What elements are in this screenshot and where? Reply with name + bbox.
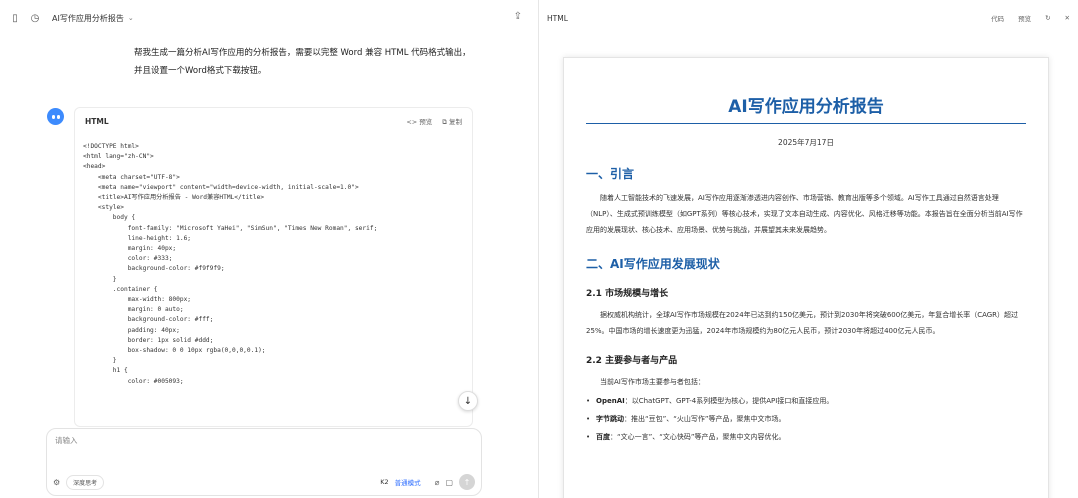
chat-pane: ▯ ◷ AI写作应用分析报告 ⌄ ⇪ 帮我生成一篇分析AI写作应用的分析报告，需… bbox=[0, 0, 539, 498]
code-line: <head> bbox=[83, 163, 106, 171]
code-line: <html lang="zh-CN"> bbox=[83, 153, 154, 161]
list-item: OpenAI：以ChatGPT、GPT-4系列模型为核心，提供API接口和直接应… bbox=[586, 394, 1026, 408]
code-line: font-family: "Microsoft YaHei", "SimSun"… bbox=[83, 224, 378, 232]
app-window: ▯ ◷ AI写作应用分析报告 ⌄ ⇪ 帮我生成一篇分析AI写作应用的分析报告，需… bbox=[0, 0, 1078, 498]
code-line: h1 { bbox=[83, 367, 128, 375]
history-icon[interactable]: ◷ bbox=[28, 11, 42, 25]
code-language-label: HTML bbox=[85, 116, 109, 126]
list-item-text: ：以ChatGPT、GPT-4系列模型为核心，提供API接口和直接应用。 bbox=[624, 397, 834, 405]
code-line: <!DOCTYPE html> bbox=[83, 143, 139, 150]
arrow-up-icon: ↑ bbox=[463, 477, 471, 487]
assistant-avatar bbox=[47, 108, 64, 125]
doc-title: AI写作应用分析报告 bbox=[586, 58, 1026, 124]
code-line: border: 1px solid #ddd; bbox=[83, 336, 214, 344]
scroll-down-button[interactable]: ↓ bbox=[458, 391, 478, 411]
list-item: 百度：“文心一言”、“文心快码”等产品，聚焦中文内容优化。 bbox=[586, 430, 1026, 444]
code-line: background-color: #fff; bbox=[83, 316, 214, 324]
mode-selector[interactable]: 普通模式 bbox=[395, 477, 421, 487]
players-intro: 当前AI写作市场主要参与者包括： bbox=[600, 378, 705, 386]
code-line: box-shadow: 0 0 10px rgba(0,0,0,0.1); bbox=[83, 347, 266, 355]
deep-think-toggle[interactable]: 深度思考 bbox=[66, 474, 105, 490]
code-line: } bbox=[83, 275, 117, 283]
chevron-down-icon[interactable]: ⌄ bbox=[128, 14, 134, 22]
code-block: HTML <> 预览 ⧉ 复制 <!DOCTYPE html> <html lan… bbox=[74, 107, 473, 427]
list-item: 字节跳动：推出“豆包”、“火山写作”等产品，聚焦中文市场。 bbox=[586, 412, 1026, 426]
code-line: <title>AI写作应用分析报告 - Word兼容HTML</title> bbox=[83, 194, 265, 202]
composer-toolbar: ⚙ 深度思考 K2 普通模式 ⌀ ▢ ↑ bbox=[53, 474, 475, 490]
model-selector[interactable]: K2 bbox=[380, 478, 388, 486]
conversation-title[interactable]: AI写作应用分析报告 bbox=[52, 13, 124, 24]
chat-topbar: ▯ ◷ AI写作应用分析报告 ⌄ ⇪ bbox=[0, 0, 538, 36]
list-item-name: 百度 bbox=[596, 433, 610, 441]
code-line: background-color: #f9f9f9; bbox=[83, 265, 225, 273]
list-item-name: 字节跳动 bbox=[596, 415, 624, 423]
preview-topbar: HTML 代码 预览 ↻ ✕ bbox=[539, 0, 1078, 36]
user-message: 帮我生成一篇分析AI写作应用的分析报告，需要以完整 Word 兼容 HTML 代… bbox=[134, 48, 471, 76]
refresh-icon[interactable]: ↻ bbox=[1045, 14, 1050, 22]
list-item-text: ：“文心一言”、“文心快码”等产品，聚焦中文内容优化。 bbox=[610, 433, 786, 441]
code-block-header: HTML <> 预览 ⧉ 复制 bbox=[75, 108, 472, 134]
code-line: .container { bbox=[83, 285, 158, 293]
preview-pane: HTML 代码 预览 ↻ ✕ AI写作应用分析报告 2025年7月17日 一、引… bbox=[539, 0, 1078, 498]
section-heading-intro: 一、引言 bbox=[586, 167, 635, 181]
tab-code[interactable]: 代码 bbox=[991, 13, 1004, 23]
tools-icon[interactable]: ⚙ bbox=[53, 478, 60, 487]
code-preview-button[interactable]: <> 预览 bbox=[406, 116, 432, 126]
intro-paragraph: 随着人工智能技术的飞速发展，AI写作应用逐渐渗透进内容创作、市场营销、教育出版等… bbox=[586, 194, 1023, 234]
code-line: body { bbox=[83, 214, 136, 222]
composer-input[interactable]: 请输入 bbox=[55, 435, 78, 446]
upload-icon[interactable]: ▢ bbox=[445, 478, 453, 487]
code-content: <!DOCTYPE html> <html lang="zh-CN"> <head>… bbox=[75, 134, 472, 395]
tab-preview[interactable]: 预览 bbox=[1018, 13, 1031, 23]
subheading-players: 2.2 主要参与者与产品 bbox=[586, 356, 678, 366]
code-line: color: #005093; bbox=[83, 377, 184, 385]
document-preview: AI写作应用分析报告 2025年7月17日 一、引言 随着人工智能技术的飞速发展… bbox=[563, 57, 1049, 498]
preview-label: HTML bbox=[547, 13, 568, 23]
code-line: <meta name="viewport" content="width=dev… bbox=[83, 183, 359, 191]
message-composer[interactable]: 请输入 ⚙ 深度思考 K2 普通模式 ⌀ ▢ ↑ bbox=[46, 428, 482, 496]
attach-icon[interactable]: ⌀ bbox=[435, 478, 440, 487]
doc-date: 2025年7月17日 bbox=[778, 138, 834, 147]
close-icon[interactable]: ✕ bbox=[1065, 14, 1070, 22]
code-line: <meta charset="UTF-8"> bbox=[83, 173, 180, 181]
sidebar-toggle-icon[interactable]: ▯ bbox=[8, 11, 22, 25]
code-line: margin: 0 auto; bbox=[83, 306, 184, 314]
code-line: margin: 40px; bbox=[83, 245, 177, 253]
share-icon[interactable]: ⇪ bbox=[514, 11, 522, 22]
subheading-market: 2.1 市场规模与增长 bbox=[586, 289, 669, 299]
code-copy-button[interactable]: ⧉ 复制 bbox=[442, 116, 462, 127]
code-line: <style> bbox=[83, 204, 124, 212]
code-line: max-width: 800px; bbox=[83, 296, 192, 304]
list-item-name: OpenAI bbox=[596, 397, 625, 405]
send-button[interactable]: ↑ bbox=[459, 474, 475, 490]
arrow-down-icon: ↓ bbox=[463, 395, 473, 407]
market-paragraph: 据权威机构统计，全球AI写作市场规模在2024年已达到约150亿美元，预计到20… bbox=[586, 311, 1019, 335]
code-line: } bbox=[83, 357, 117, 365]
code-line: line-height: 1.6; bbox=[83, 234, 192, 242]
section-heading-status: 二、AI写作应用发展现状 bbox=[586, 257, 720, 271]
code-line: color: #333; bbox=[83, 255, 173, 263]
list-item-text: ：推出“豆包”、“火山写作”等产品，聚焦中文市场。 bbox=[624, 415, 786, 423]
code-line: padding: 40px; bbox=[83, 326, 180, 334]
